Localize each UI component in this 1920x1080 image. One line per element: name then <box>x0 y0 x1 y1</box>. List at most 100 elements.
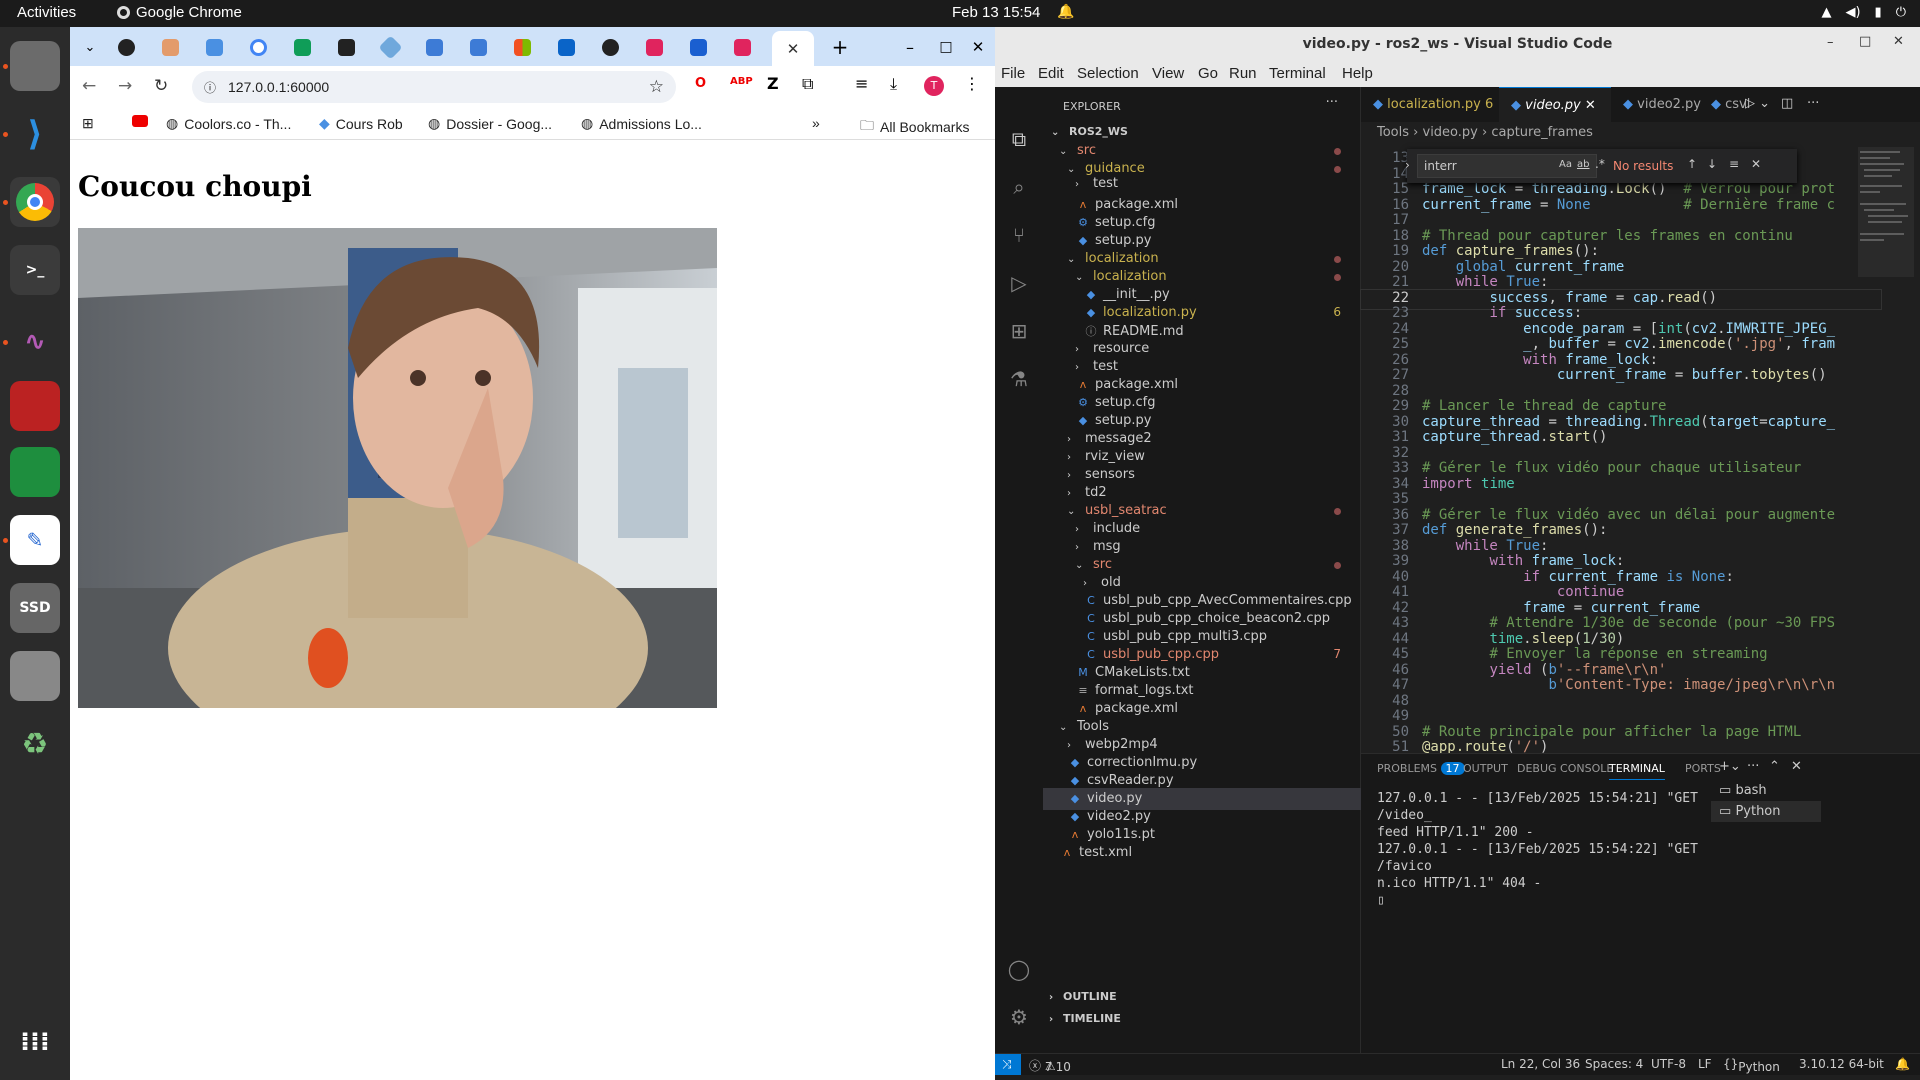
trash-icon[interactable]: ♻ <box>10 719 60 769</box>
tab-favicon-1[interactable] <box>106 33 146 61</box>
tab-favicon-7[interactable] <box>370 33 410 61</box>
notification-icon[interactable]: 🔔 <box>1057 4 1074 20</box>
source-control-icon[interactable]: ⑂ <box>1005 223 1033 251</box>
next-match-icon[interactable]: ↓ <box>1707 157 1717 171</box>
line-ending[interactable]: LF <box>1698 1057 1712 1071</box>
tab-favicon-13[interactable] <box>634 33 674 61</box>
prev-match-icon[interactable]: ↑ <box>1687 157 1697 171</box>
active-tab-close-icon[interactable]: ✕ <box>772 31 814 66</box>
whole-word-icon[interactable]: ab <box>1577 159 1589 170</box>
new-terminal-icon[interactable]: +⌄ <box>1719 759 1741 774</box>
maximize-panel-icon[interactable]: ⌃ <box>1769 759 1780 774</box>
panel-more-icon[interactable]: ··· <box>1747 759 1759 774</box>
language-mode[interactable]: {} Python <box>1723 1057 1780 1074</box>
panel-tab-debug-console[interactable]: DEBUG CONSOLE <box>1517 762 1613 775</box>
menu-help[interactable]: Help <box>1342 65 1373 82</box>
python-interpreter[interactable]: 3.10.12 64-bit <box>1799 1057 1884 1071</box>
forward-icon[interactable]: → <box>118 76 132 96</box>
split-editor-icon[interactable]: ◫ <box>1781 96 1793 111</box>
files-icon[interactable] <box>10 41 60 91</box>
cursor-position[interactable]: Ln 22, Col 36 <box>1501 1057 1580 1071</box>
address-bar[interactable]: ⓘ 127.0.0.1:60000 ☆ <box>192 71 676 103</box>
clock[interactable]: Feb 13 15:54 <box>952 4 1040 21</box>
menu-selection[interactable]: Selection <box>1077 65 1139 82</box>
spreadsheet-icon[interactable] <box>10 447 60 497</box>
tab-favicon-14[interactable] <box>678 33 718 61</box>
extensions-icon[interactable]: ⧉ <box>802 74 813 94</box>
tab-localization[interactable]: ◆ localization.py 6 <box>1373 87 1493 122</box>
vscode-close-icon[interactable]: ✕ <box>1893 34 1904 49</box>
extension-adblock-icon[interactable]: ABP <box>730 76 753 87</box>
active-app-indicator[interactable]: Google Chrome <box>117 4 242 21</box>
tab-favicon-11[interactable] <box>546 33 586 61</box>
encoding[interactable]: UTF-8 <box>1651 1057 1686 1071</box>
run-file-icon[interactable]: ▷ ⌄ <box>1745 96 1770 111</box>
extensions-icon[interactable]: ⊞ <box>1005 319 1033 347</box>
show-apps-icon[interactable]: ⁞⁞⁞ <box>10 1017 60 1067</box>
youtube-bookmark-icon[interactable] <box>132 115 148 127</box>
panel-tab-problems[interactable]: PROBLEMS 17 <box>1377 762 1465 775</box>
profile-avatar[interactable]: T <box>924 76 944 96</box>
terminal-output[interactable]: 127.0.0.1 - - [13/Feb/2025 15:54:21] "GE… <box>1377 790 1707 909</box>
minimap[interactable] <box>1858 147 1914 447</box>
testing-icon[interactable]: ⚗ <box>1005 367 1033 395</box>
extension-z-icon[interactable]: Z <box>767 74 779 93</box>
terminal-icon[interactable]: >_ <box>10 245 60 295</box>
tab-favicon-2[interactable] <box>150 33 190 61</box>
bookmark-dossier[interactable]: ◍ Dossier - Goog... <box>428 115 552 132</box>
media-icon[interactable]: ≡ <box>855 74 868 93</box>
regex-icon[interactable]: .* <box>1595 157 1605 171</box>
tree-file[interactable]: ᴧ test.xml <box>1043 842 1361 864</box>
menu-go[interactable]: Go <box>1198 65 1218 82</box>
panel-tab-output[interactable]: OUTPUT <box>1463 762 1508 775</box>
remote-indicator-icon[interactable]: ⤨ <box>995 1054 1021 1075</box>
apps-icon[interactable]: ⊞ <box>82 115 94 132</box>
close-window-icon[interactable]: ✕ <box>958 33 998 61</box>
run-debug-icon[interactable]: ▷ <box>1005 271 1033 299</box>
close-tab-icon[interactable]: ✕ <box>1585 98 1596 113</box>
panel-tab-terminal[interactable]: TERMINAL <box>1609 762 1665 780</box>
tab-favicon-5[interactable] <box>282 33 322 61</box>
bookmark-star-icon[interactable]: ☆ <box>649 77 664 97</box>
more-bookmarks-icon[interactable]: » <box>812 115 820 131</box>
tab-favicon-8[interactable] <box>414 33 454 61</box>
remote-app-icon[interactable] <box>10 381 60 431</box>
tab-favicon-9[interactable] <box>458 33 498 61</box>
plot-app-icon[interactable]: ∿ <box>10 317 60 367</box>
reload-icon[interactable]: ↻ <box>154 76 168 96</box>
minimize-icon[interactable]: – <box>890 33 930 61</box>
manage-gear-icon[interactable]: ⚙ <box>1005 1005 1033 1033</box>
accounts-icon[interactable]: ◯ <box>1005 957 1033 985</box>
drive-icon[interactable] <box>10 651 60 701</box>
back-icon[interactable]: ← <box>82 76 96 96</box>
terminal-python[interactable]: ▭ Python <box>1711 801 1821 822</box>
activities-button[interactable]: Activities <box>17 4 76 21</box>
system-tray[interactable]: ▲ ◀) ▮ ⏻ <box>1821 5 1906 20</box>
outline-section[interactable]: › OUTLINE <box>1043 987 1361 1009</box>
menu-file[interactable]: File <box>1001 65 1025 82</box>
extension-opera-icon[interactable]: O <box>695 76 706 91</box>
menu-kebab-icon[interactable]: ⋮ <box>964 74 980 93</box>
toggle-replace-icon[interactable]: › <box>1405 158 1410 172</box>
panel-tab-ports[interactable]: PORTS <box>1685 762 1721 775</box>
tab-search-button[interactable]: ⌄ <box>70 33 110 61</box>
ssd-icon[interactable]: SSD <box>10 583 60 633</box>
tab-favicon-12[interactable] <box>590 33 630 61</box>
indentation[interactable]: Spaces: 4 <box>1585 1057 1643 1071</box>
text-editor-icon[interactable]: ✎ <box>10 515 60 565</box>
explorer-more-icon[interactable]: ··· <box>1326 95 1338 110</box>
vscode-maximize-icon[interactable]: □ <box>1859 34 1871 49</box>
menu-view[interactable]: View <box>1152 65 1184 82</box>
editor-more-icon[interactable]: ··· <box>1807 96 1819 111</box>
menu-run[interactable]: Run <box>1229 65 1257 82</box>
tab-favicon-6[interactable] <box>326 33 366 61</box>
vscode-minimize-icon[interactable]: – <box>1827 35 1834 50</box>
close-find-icon[interactable]: ✕ <box>1751 157 1761 171</box>
search-icon[interactable]: ⌕ <box>1005 175 1033 203</box>
notifications-icon[interactable]: 🔔 <box>1895 1057 1910 1071</box>
tab-favicon-3[interactable] <box>194 33 234 61</box>
tab-video2[interactable]: ◆ video2.py <box>1623 87 1701 122</box>
explorer-icon[interactable]: ⧉ <box>1005 127 1033 155</box>
tab-favicon-10[interactable] <box>502 33 542 61</box>
menu-terminal[interactable]: Terminal <box>1269 65 1326 82</box>
